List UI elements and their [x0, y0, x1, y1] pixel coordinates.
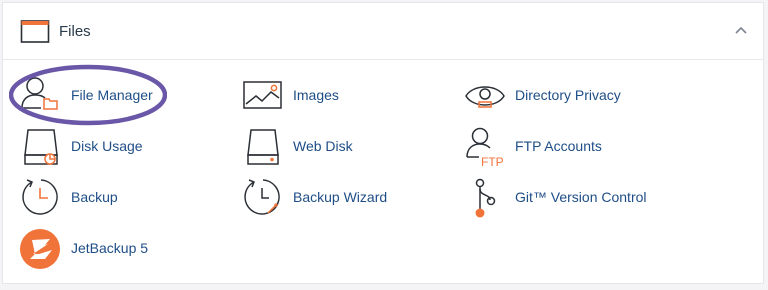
item-label: FTP Accounts	[515, 138, 602, 154]
directory-privacy-icon	[465, 86, 505, 108]
jetbackup-icon	[20, 229, 60, 269]
panel-title: Files	[59, 23, 91, 40]
file-manager-icon	[21, 77, 58, 110]
backup-wizard-icon	[244, 179, 280, 215]
item-label: Backup Wizard	[293, 189, 388, 205]
item-label: Backup	[71, 189, 118, 205]
item-label: Web Disk	[293, 138, 353, 154]
web-disk-icon	[247, 129, 279, 165]
files-panel: Files File Manager Images Directory Priv…	[2, 2, 764, 284]
item-label: JetBackup 5	[71, 240, 149, 256]
item-label: File Manager	[71, 87, 153, 103]
backup-icon	[22, 179, 58, 215]
ftp-accounts-icon: FTP	[466, 127, 504, 169]
folder-icon	[20, 20, 50, 43]
chevron-up-icon[interactable]	[733, 23, 749, 39]
item-label: Disk Usage	[71, 138, 143, 154]
item-label: Images	[293, 87, 339, 103]
git-icon	[475, 178, 496, 218]
svg-text:FTP: FTP	[481, 155, 504, 169]
item-label: Directory Privacy	[515, 87, 621, 103]
item-label: Git™ Version Control	[515, 189, 647, 205]
images-icon	[243, 81, 282, 109]
panel-header[interactable]: Files	[3, 3, 763, 60]
disk-usage-icon	[24, 129, 58, 165]
